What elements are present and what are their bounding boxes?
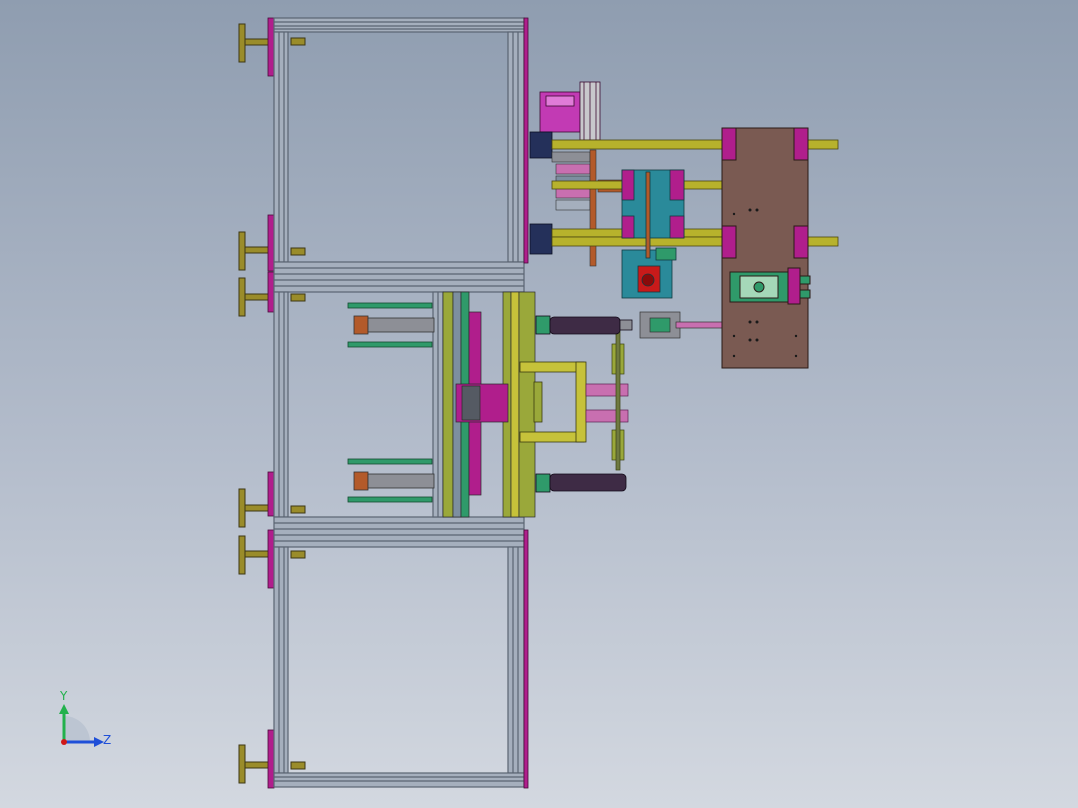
center-block [455, 383, 509, 423]
teal-module [621, 169, 685, 299]
triad-x-axis-icon [61, 739, 67, 745]
frame-left-plates [267, 17, 275, 789]
cad-viewport[interactable]: Y Z [0, 0, 1078, 808]
green-links [611, 329, 625, 471]
leveling-feet [238, 23, 306, 784]
magenta-roller [539, 81, 601, 141]
pink-blocks [585, 383, 629, 423]
triad-z-label: Z [103, 733, 111, 747]
component-stack [551, 149, 623, 267]
coordinate-triad[interactable]: Y Z [59, 689, 111, 747]
triad-y-arrow-icon [59, 704, 69, 714]
bearing-blocks [529, 131, 553, 255]
cad-model-view[interactable]: Y Z [0, 0, 1078, 808]
brown-mounting-plate [721, 127, 811, 369]
linkage [639, 311, 723, 339]
triad-y-label: Y [59, 689, 68, 703]
frame-upper-box [273, 17, 525, 293]
triad-plane [64, 716, 90, 742]
frame-lower-box [273, 546, 525, 788]
middle-mechanism [347, 291, 633, 518]
